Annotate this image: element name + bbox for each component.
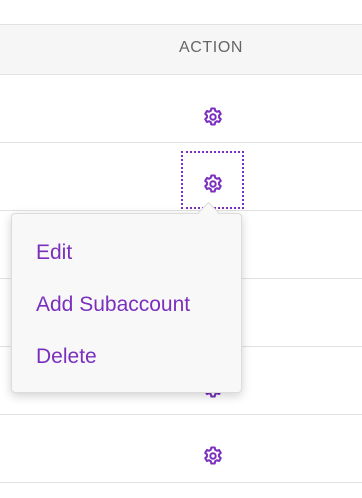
menu-item-delete[interactable]: Delete	[36, 345, 97, 369]
column-header-action: ACTION	[179, 39, 244, 56]
gear-icon[interactable]	[201, 172, 225, 196]
row-divider	[0, 74, 362, 75]
gear-icon[interactable]	[201, 444, 225, 468]
row-divider	[0, 210, 362, 211]
row-divider	[0, 414, 362, 415]
menu-item-edit[interactable]: Edit	[36, 241, 72, 265]
row-divider	[0, 482, 362, 483]
row-divider	[0, 142, 362, 143]
row-divider	[0, 24, 362, 25]
gear-icon[interactable]	[201, 105, 225, 129]
menu-item-add-subaccount[interactable]: Add Subaccount	[36, 293, 190, 317]
action-context-menu: Edit Add Subaccount Delete	[11, 213, 242, 393]
